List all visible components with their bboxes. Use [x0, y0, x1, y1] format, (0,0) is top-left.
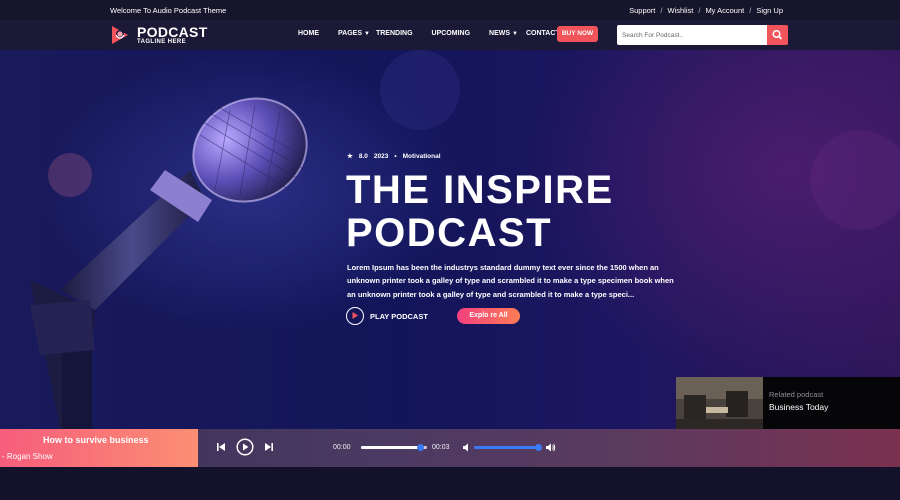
- chevron-down-icon: ▼: [512, 30, 518, 37]
- nav-item-news[interactable]: NEWS ▼: [489, 30, 518, 37]
- nav-item-label: TRENDING: [375, 30, 413, 37]
- volume-icon[interactable]: [545, 442, 556, 453]
- star-icon: ★: [347, 153, 353, 160]
- volume-handle[interactable]: [535, 444, 542, 451]
- hero-title-line: PODCAST: [346, 211, 553, 255]
- skip-forward-icon[interactable]: [264, 442, 274, 452]
- related-podcast-label: Related podcast: [769, 390, 824, 399]
- play-podcast-button[interactable]: PLAY PODCAST: [346, 307, 428, 325]
- chevron-down-icon: ▼: [364, 30, 370, 37]
- time-total: 00:03: [432, 444, 450, 451]
- main-nav: PODCAST TAGLINE HERE HOME PAGES ▼ TRENDIN…: [0, 20, 900, 50]
- nav-item-label: CONTACT: [525, 30, 560, 37]
- genre: Motivational: [402, 152, 441, 160]
- logo-title: PODCAST: [137, 24, 208, 40]
- welcome-text: Welcome To Audio Podcast Theme: [110, 6, 227, 15]
- hero-title: THE INSPIRE PODCAST: [346, 169, 676, 255]
- related-podcast-thumbnail: [676, 377, 763, 429]
- my-account-link[interactable]: My Account: [705, 6, 744, 15]
- hero-title-line: THE INSPIRE: [346, 168, 614, 212]
- nav-item-label: NEWS: [489, 30, 511, 37]
- buy-now-button[interactable]: BUY NOW: [557, 26, 598, 42]
- progress-handle[interactable]: [417, 444, 425, 451]
- dot-separator: •: [394, 152, 397, 160]
- nav-item-label: HOME: [298, 30, 319, 37]
- skip-back-icon[interactable]: [216, 442, 226, 452]
- logo[interactable]: PODCAST TAGLINE HERE: [109, 23, 219, 47]
- play-icon[interactable]: [236, 438, 254, 456]
- search-input[interactable]: [617, 25, 767, 45]
- audio-player: How to survive business - Rogan Show 00:…: [0, 429, 900, 467]
- nav-menu: HOME PAGES ▼ TRENDING UPCOMING NEWS ▼ CONT…: [298, 30, 579, 37]
- logo-tagline: TAGLINE HERE: [137, 39, 187, 45]
- progress-bar[interactable]: [361, 444, 427, 451]
- play-icon: [346, 307, 364, 325]
- nav-item-label: PAGES: [338, 30, 362, 37]
- now-playing: How to survive business - Rogan Show: [0, 429, 198, 467]
- track-subtitle: - Rogan Show: [2, 452, 53, 461]
- search-icon: [772, 29, 783, 40]
- logo-mic-icon: [112, 26, 128, 44]
- rating: 8.0: [358, 152, 368, 160]
- page-footer-strip: [0, 467, 900, 500]
- nav-item-trending[interactable]: TRENDING: [376, 30, 413, 37]
- nav-item-contact[interactable]: CONTACT: [526, 30, 560, 37]
- time-current: 00:00: [333, 444, 351, 451]
- nav-item-home[interactable]: HOME: [298, 30, 319, 37]
- support-link[interactable]: Support: [629, 6, 655, 15]
- sign-up-link[interactable]: Sign Up: [756, 6, 783, 15]
- search-button[interactable]: [767, 25, 788, 45]
- nav-item-pages[interactable]: PAGES ▼: [338, 30, 370, 37]
- related-podcast-card[interactable]: Related podcast Business Today: [676, 377, 900, 429]
- play-podcast-label: PLAY PODCAST: [370, 311, 428, 321]
- related-podcast-title: Business Today: [769, 402, 829, 412]
- link-separator: /: [698, 6, 701, 15]
- account-links: Support / Wishlist / My Account / Sign U…: [629, 6, 783, 15]
- track-title: How to survive business: [43, 435, 149, 445]
- podcast-meta: ★ 8.0 2023 • Motivational: [347, 152, 441, 161]
- nav-item-label: UPCOMING: [431, 30, 471, 37]
- top-bar: Welcome To Audio Podcast Theme Support /…: [0, 0, 900, 20]
- hero-description: Lorem Ipsum has been the industrys stand…: [347, 263, 674, 299]
- year: 2023: [373, 152, 389, 160]
- explore-all-button[interactable]: Explo re All: [457, 308, 520, 324]
- progress-fill: [361, 446, 421, 449]
- hero-banner: ★ 8.0 2023 • Motivational THE INSPIRE PO…: [0, 50, 900, 429]
- link-separator: /: [660, 6, 663, 15]
- volume-slider[interactable]: [474, 444, 542, 451]
- volume-mute-icon[interactable]: [462, 443, 471, 452]
- nav-item-upcoming[interactable]: UPCOMING: [432, 30, 471, 37]
- wishlist-link[interactable]: Wishlist: [668, 6, 694, 15]
- link-separator: /: [749, 6, 752, 15]
